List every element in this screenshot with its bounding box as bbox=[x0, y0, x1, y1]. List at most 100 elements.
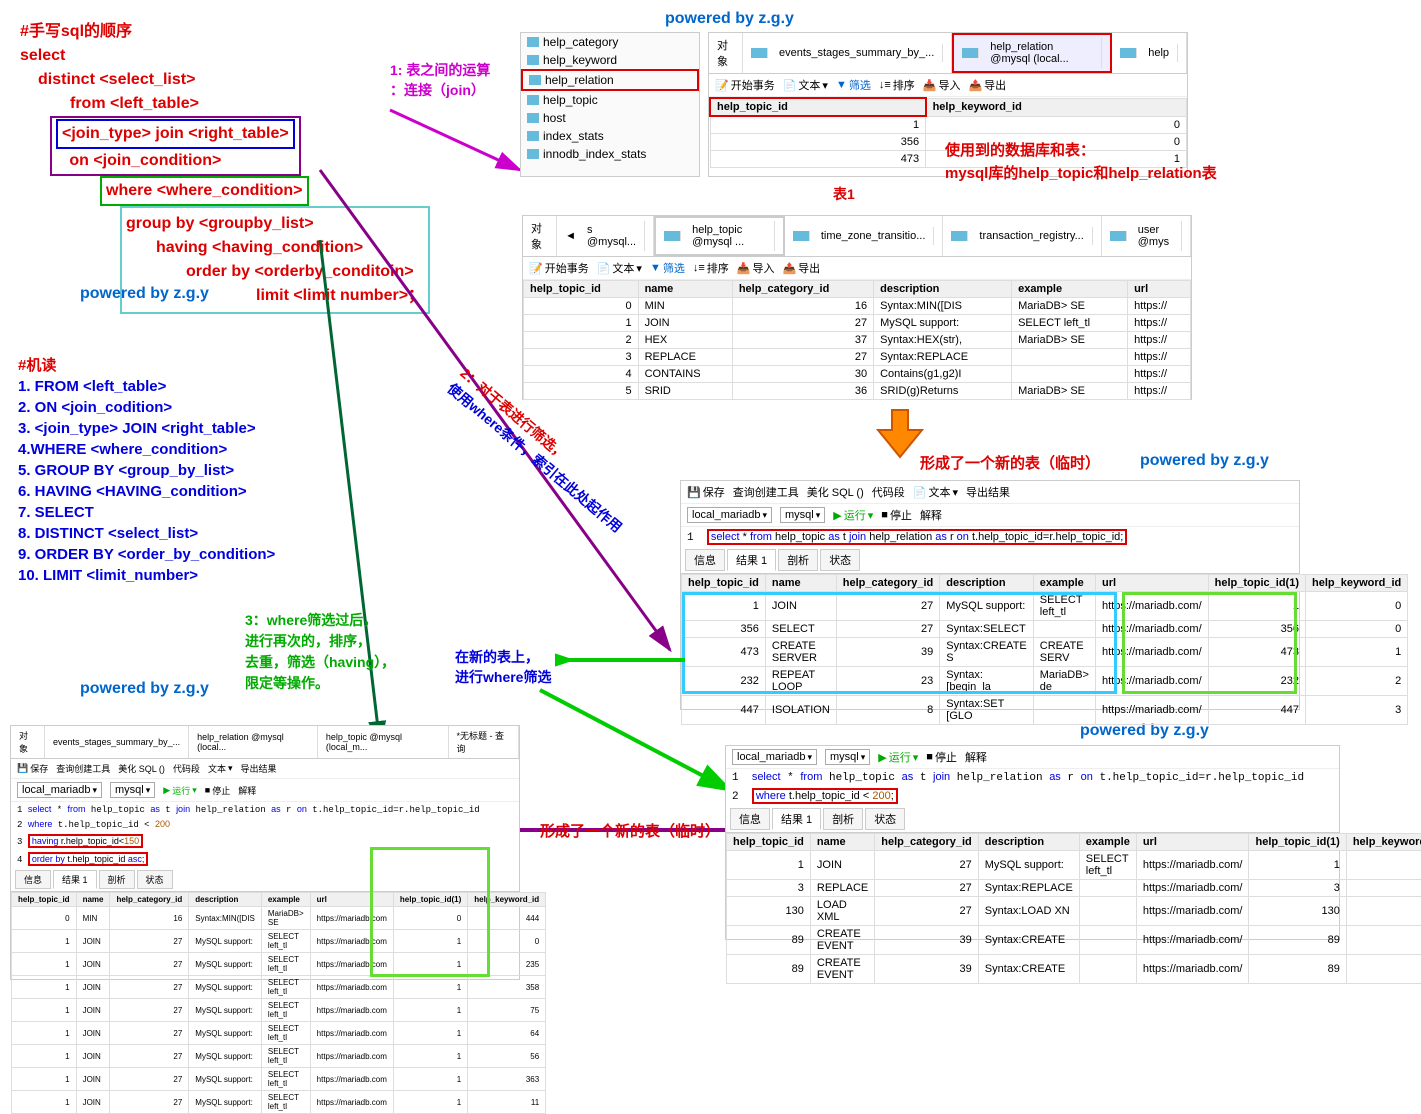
col-header[interactable]: example bbox=[1033, 575, 1095, 592]
col-header[interactable]: help_keyword_id bbox=[1305, 575, 1407, 592]
tab-help[interactable]: help bbox=[1112, 33, 1187, 73]
col-header[interactable]: help_keyword_id bbox=[1346, 834, 1421, 851]
export-result-button[interactable]: 导出结果 bbox=[966, 484, 1010, 500]
text-button[interactable]: 📄文本▾ bbox=[913, 484, 958, 500]
col-header[interactable]: name bbox=[810, 834, 874, 851]
import-button[interactable]: 📥导入 bbox=[923, 77, 961, 93]
col-header[interactable]: help_topic_id bbox=[727, 834, 811, 851]
connection-combo[interactable]: local_mariadb bbox=[732, 749, 817, 765]
tab-active[interactable]: *无标题 - 查询 bbox=[449, 726, 519, 758]
col-header[interactable]: help_topic_id bbox=[524, 281, 639, 298]
tab[interactable]: 对象 bbox=[11, 726, 45, 758]
begin-trans-button[interactable]: 📝开始事务 bbox=[715, 77, 775, 93]
run-button[interactable]: ▶运行▾ bbox=[878, 749, 918, 765]
col-header[interactable]: help_category_id bbox=[836, 575, 939, 592]
col-help-keyword-id[interactable]: help_keyword_id bbox=[926, 98, 1187, 116]
tree-item[interactable]: host bbox=[521, 109, 699, 127]
export-button[interactable]: 导出结果 bbox=[240, 762, 276, 775]
tab-result1[interactable]: 结果 1 bbox=[53, 870, 97, 889]
col-header[interactable]: url bbox=[1128, 281, 1191, 298]
tab[interactable]: events_stages_summary_by_... bbox=[45, 726, 189, 758]
col-header[interactable]: url bbox=[1136, 834, 1249, 851]
query-builder-button[interactable]: 查询创建工具 bbox=[56, 762, 110, 775]
table-row[interactable]: 4CONTAINS30Contains(g1,g2)Ihttps:// bbox=[524, 366, 1191, 383]
tab-info[interactable]: 信息 bbox=[15, 870, 51, 889]
col-header[interactable]: help_topic_id(1) bbox=[1208, 575, 1305, 592]
tree-item-selected[interactable]: help_relation bbox=[521, 69, 699, 91]
table-row[interactable]: 1JOIN27MySQL support:SELECT left_tlhttps… bbox=[12, 999, 546, 1022]
col-header[interactable]: example bbox=[1012, 281, 1128, 298]
tab[interactable]: user @mys bbox=[1102, 216, 1191, 256]
sort-button[interactable]: ↓≡排序 bbox=[693, 260, 729, 276]
text-button[interactable]: 📄文本▾ bbox=[597, 260, 642, 276]
db-combo[interactable]: mysql bbox=[110, 782, 155, 798]
col-header[interactable]: help_category_id bbox=[732, 281, 873, 298]
col-header[interactable]: example bbox=[1079, 834, 1136, 851]
table-row[interactable]: 1JOIN27MySQL support:SELECT left_tlhttps… bbox=[12, 1045, 546, 1068]
col-header[interactable]: help_topic_id bbox=[682, 575, 766, 592]
tab-result1[interactable]: 结果 1 bbox=[727, 549, 776, 571]
filter-button[interactable]: ▼筛选 bbox=[836, 77, 871, 93]
run-button[interactable]: ▶运行▾ bbox=[833, 507, 873, 523]
filter-button[interactable]: ▼筛选 bbox=[650, 260, 685, 276]
table-row[interactable]: 3REPLACE27Syntax:REPLACEhttps://mariadb.… bbox=[727, 880, 1421, 897]
stop-button[interactable]: ■停止 bbox=[926, 749, 957, 765]
tab[interactable]: help_relation @mysql (local... bbox=[189, 726, 318, 758]
tab[interactable]: time_zone_transitio... bbox=[785, 216, 944, 256]
db-combo[interactable]: mysql bbox=[825, 749, 870, 765]
explain-button[interactable]: 解释 bbox=[238, 784, 256, 797]
sql-line-1[interactable]: 1 select * from help_topic as t join hel… bbox=[726, 769, 1339, 786]
table-row[interactable]: 130LOAD XML27Syntax:LOAD XNhttps://maria… bbox=[727, 897, 1421, 926]
tab-objects[interactable]: 对象 bbox=[709, 33, 743, 73]
tree-item[interactable]: help_topic bbox=[521, 91, 699, 109]
col-header[interactable]: name bbox=[638, 281, 732, 298]
table-row[interactable]: 89CREATE EVENT39Syntax:CREATEhttps://mar… bbox=[727, 926, 1421, 955]
explain-button[interactable]: 解释 bbox=[965, 749, 987, 765]
table-row[interactable]: 2HEX37Syntax:HEX(str),MariaDB> SEhttps:/… bbox=[524, 332, 1191, 349]
table-row[interactable]: 1JOIN27MySQL support:SELECT left_tlhttps… bbox=[12, 976, 546, 999]
snippet-button[interactable]: 代码段 bbox=[173, 762, 200, 775]
tab[interactable]: help_topic @mysql (local_m... bbox=[318, 726, 449, 758]
tab[interactable]: transaction_registry... bbox=[943, 216, 1101, 256]
beautify-button[interactable]: 美化 SQL () bbox=[118, 762, 165, 775]
sql-line-2[interactable]: 2 where t.help_topic_id < 200; bbox=[726, 786, 1339, 806]
col-header[interactable]: help_topic_id(1) bbox=[1249, 834, 1346, 851]
save-button[interactable]: 💾保存 bbox=[687, 484, 725, 500]
table-row[interactable]: 1JOIN27MySQL support:SELECT left_tlhttps… bbox=[12, 1022, 546, 1045]
tab-info[interactable]: 信息 bbox=[685, 549, 725, 571]
sql-line[interactable]: 1 select * from help_topic as t join hel… bbox=[11, 802, 519, 817]
tab-profile[interactable]: 剖析 bbox=[778, 549, 818, 571]
sort-button[interactable]: ↓≡排序 bbox=[879, 77, 915, 93]
tab-result1[interactable]: 结果 1 bbox=[772, 808, 821, 830]
col-header[interactable]: help_category_id bbox=[875, 834, 978, 851]
tab-help-relation[interactable]: help_relation @mysql (local... bbox=[952, 33, 1112, 73]
tree-item[interactable]: help_keyword bbox=[521, 51, 699, 69]
col-help-topic-id[interactable]: help_topic_id bbox=[710, 98, 926, 116]
col-header[interactable]: description bbox=[874, 281, 1012, 298]
col-header[interactable]: description bbox=[940, 575, 1034, 592]
tab-events[interactable]: events_stages_summary_by_... bbox=[743, 33, 952, 73]
table-row[interactable]: 1JOIN27MySQL support:SELECT left_tlhttps… bbox=[727, 851, 1421, 880]
tree-item[interactable]: innodb_index_stats bbox=[521, 145, 699, 163]
tab-status[interactable]: 状态 bbox=[865, 808, 905, 830]
export-button[interactable]: 📤导出 bbox=[968, 77, 1006, 93]
stop-button[interactable]: ■停止 bbox=[205, 784, 230, 797]
table-row[interactable]: 3REPLACE27Syntax:REPLACEhttps:// bbox=[524, 349, 1191, 366]
sql-line[interactable]: 2 where t.help_topic_id < 200 bbox=[11, 817, 519, 832]
table-row[interactable]: 1JOIN27MySQL support:SELECT left_tlhttps… bbox=[524, 315, 1191, 332]
beautify-button[interactable]: 美化 SQL () bbox=[807, 484, 864, 500]
query-builder-button[interactable]: 查询创建工具 bbox=[733, 484, 799, 500]
col-header[interactable]: url bbox=[1095, 575, 1208, 592]
table-row[interactable]: 447ISOLATION8Syntax:SET [GLOhttps://mari… bbox=[682, 696, 1408, 725]
tab-profile[interactable]: 剖析 bbox=[99, 870, 135, 889]
table-row[interactable]: 0MIN16Syntax:MIN([DISMariaDB> SEhttps:// bbox=[524, 298, 1191, 315]
tab-status[interactable]: 状态 bbox=[820, 549, 860, 571]
table-row[interactable]: 1JOIN27MySQL support:SELECT left_tlhttps… bbox=[12, 1068, 546, 1091]
col-header[interactable]: description bbox=[189, 893, 262, 907]
import-button[interactable]: 📥导入 bbox=[737, 260, 775, 276]
connection-combo[interactable]: local_mariadb bbox=[17, 782, 102, 798]
sql-line[interactable]: 1 select * from help_topic as t join hel… bbox=[681, 527, 1299, 547]
db-combo[interactable]: mysql bbox=[780, 507, 825, 523]
tab-help-topic[interactable]: help_topic @mysql ... bbox=[654, 216, 785, 256]
tab-profile[interactable]: 剖析 bbox=[823, 808, 863, 830]
